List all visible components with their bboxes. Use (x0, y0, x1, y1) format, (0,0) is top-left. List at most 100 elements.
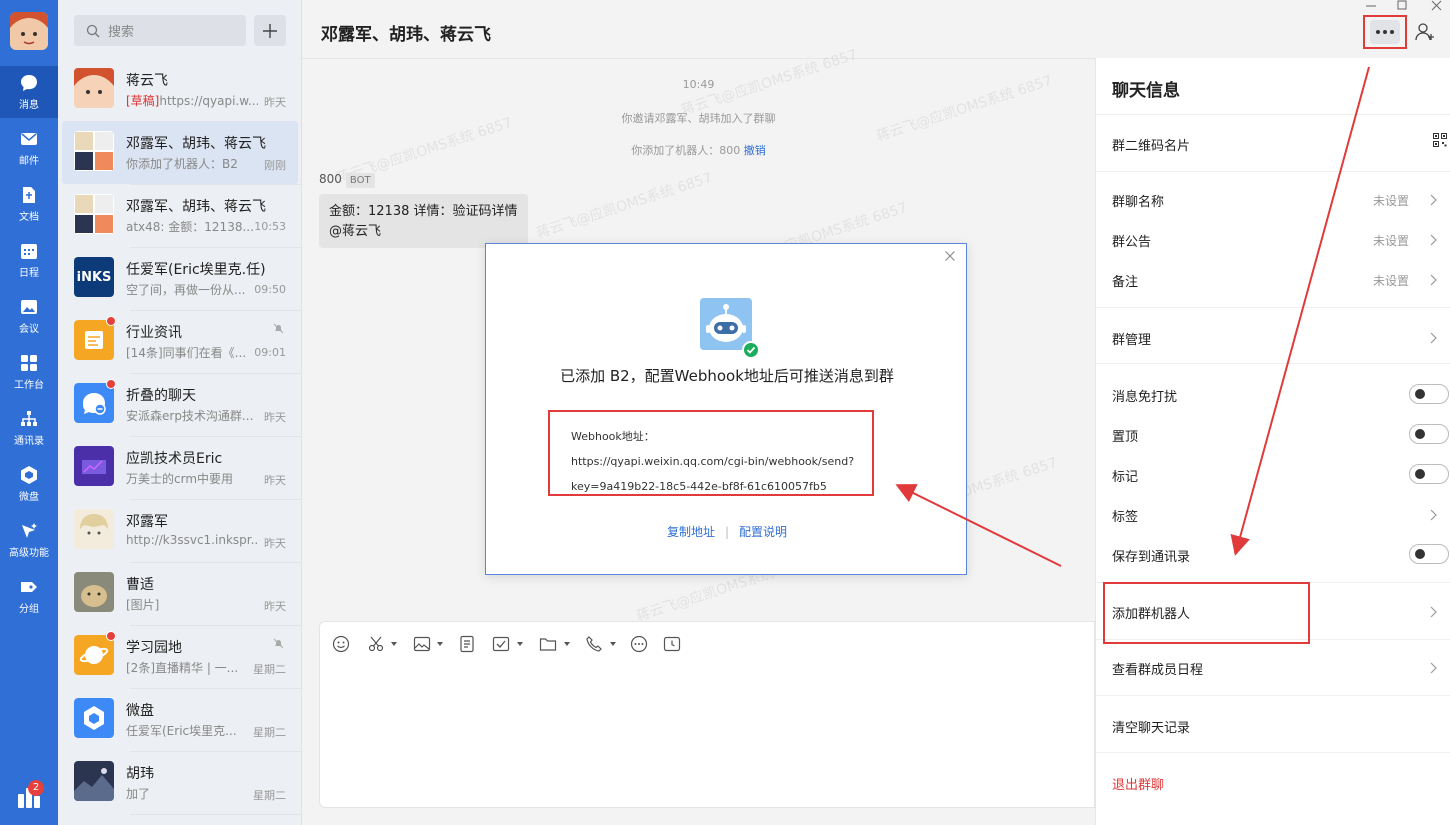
doc-icon[interactable] (458, 634, 478, 654)
chevron-down-icon[interactable] (391, 642, 397, 646)
image-icon[interactable] (413, 634, 433, 654)
toggle-knob (1415, 429, 1425, 439)
message-timestamp: 10:49 (682, 78, 715, 91)
pin-toggle[interactable] (1409, 424, 1449, 444)
nav-mail[interactable]: 邮件 (0, 122, 58, 174)
chevron-down-icon[interactable] (437, 642, 443, 646)
member-schedule-row[interactable]: 查看群成员日程 (1112, 659, 1437, 683)
copy-address-link[interactable]: 复制地址 (667, 525, 715, 539)
nav-label: 邮件 (19, 156, 39, 167)
conversation-item[interactable]: 行业资讯 [14条]同事们在看《... 09:01 (62, 310, 298, 373)
search-input[interactable]: 搜索 (74, 15, 246, 46)
conversation-time: 昨天 (264, 96, 286, 109)
conversation-time: 昨天 (264, 537, 286, 550)
conversation-time: 星期二 (253, 663, 286, 676)
group-manage-row[interactable]: 群管理 (1112, 329, 1437, 353)
avatar (74, 68, 114, 108)
conversation-item-selected[interactable]: 邓露军、胡玮、蒋云飞 你添加了机器人：B2 刚刚 (62, 121, 298, 184)
clear-history-row[interactable]: 清空聊天记录 (1112, 717, 1437, 741)
conversation-item[interactable]: 曹适 [图片] 昨天 (62, 562, 298, 625)
group-notice-row[interactable]: 群公告 未设置 (1112, 231, 1437, 255)
tags-row[interactable]: 标签 (1112, 506, 1437, 530)
message-bubble[interactable]: 金额：12138 详情：验证码详情 @蒋云飞 (319, 194, 528, 248)
mail-icon (21, 133, 37, 145)
maximize-icon[interactable] (1395, 0, 1409, 12)
config-help-link[interactable]: 配置说明 (739, 525, 787, 539)
exit-group-row[interactable]: 退出群聊 (1112, 774, 1437, 798)
bot-tag: BOT (345, 173, 375, 188)
phone-icon[interactable] (585, 634, 605, 654)
message-mention: @蒋云飞 (329, 224, 382, 239)
conversation-name: 应凯技术员Eric (126, 451, 223, 467)
nav-docs[interactable]: 文档 (0, 178, 58, 230)
unread-dot (106, 379, 116, 389)
conversation-item[interactable]: 胡玮 加了 星期二 (62, 751, 298, 814)
unread-dot (106, 631, 116, 641)
nav-advanced[interactable]: 高级功能 (0, 514, 58, 566)
more-tools-icon[interactable] (630, 634, 650, 654)
nav-workbench[interactable]: 工作台 (0, 346, 58, 398)
close-icon[interactable] (1430, 0, 1444, 12)
nav-contacts[interactable]: 通讯录 (0, 402, 58, 454)
contacts-icon (21, 411, 37, 426)
chat-bubble-icon (21, 75, 37, 91)
separator: | (724, 525, 730, 539)
preview-text: https://qyapi.w... (159, 94, 258, 108)
add-member-icon[interactable] (1414, 21, 1436, 43)
save-contacts-toggle[interactable] (1409, 544, 1449, 564)
grid-icon (21, 355, 37, 371)
conversation-item[interactable]: 学习园地 [2条]直播精华 | 一... 星期二 (62, 625, 298, 688)
dnd-toggle[interactable] (1409, 384, 1449, 404)
nav-label: 日程 (19, 268, 39, 279)
group-name-row[interactable]: 群聊名称 未设置 (1112, 191, 1437, 215)
nav-groups[interactable]: 分组 (0, 570, 58, 622)
meeting-icon (21, 300, 37, 314)
conversation-time: 昨天 (264, 474, 286, 487)
emoji-icon[interactable] (332, 634, 352, 654)
undo-link[interactable]: 撤销 (744, 144, 766, 157)
conversation-item[interactable]: 微盘 任爱军(Eric埃里克... 星期二 (62, 688, 298, 751)
nav-label: 微盘 (19, 492, 39, 503)
preview-text: 你添加了机器人：B2 (126, 157, 238, 171)
nav-meeting[interactable]: 会议 (0, 290, 58, 342)
divider (1096, 171, 1450, 172)
avatar (74, 509, 114, 549)
nav-label: 会议 (19, 324, 39, 335)
chevron-down-icon[interactable] (564, 642, 570, 646)
message-composer[interactable] (319, 621, 1095, 808)
system-message-text: 你添加了机器人：800 (631, 144, 741, 157)
my-avatar[interactable] (10, 12, 48, 50)
todo-icon[interactable] (492, 634, 512, 654)
group-qr-row[interactable]: 群二维码名片 (1112, 133, 1447, 159)
dialog-message: 已添加 B2，配置Webhook地址后可推送消息到群 (560, 367, 894, 385)
nav-messages[interactable]: 消息 (0, 66, 58, 118)
nav-label: 分组 (19, 604, 39, 615)
conversation-name: 曹适 (126, 577, 154, 593)
conversation-item[interactable]: 应凯技术员Eric 万美士的crm中要用 昨天 (62, 436, 298, 499)
history-icon[interactable] (663, 634, 683, 654)
minimize-icon[interactable] (1364, 0, 1378, 12)
remark-row[interactable]: 备注 未设置 (1112, 271, 1437, 295)
conversation-item[interactable]: 蒋云飞 [草稿]https://qyapi.w... 昨天 (62, 58, 298, 121)
conversation-name: 微盘 (126, 703, 154, 719)
header-divider (302, 58, 1095, 59)
conversation-list: 搜索 蒋云飞 [草稿]https://qyapi.w... 昨天 邓露军、胡玮、… (58, 0, 342, 825)
nav-drive[interactable]: 微盘 (0, 458, 58, 510)
avatar: iNKS (74, 257, 114, 297)
close-icon[interactable] (944, 250, 956, 262)
conversation-item[interactable]: iNKS 任爱军(Eric埃里克.任) 空了间，再做一份从... 09:50 (62, 247, 298, 310)
conversation-item[interactable]: 邓露军 http://k3ssvc1.inkspr... 昨天 (62, 499, 298, 562)
folder-icon[interactable] (539, 634, 559, 654)
chevron-down-icon[interactable] (517, 642, 523, 646)
mark-toggle[interactable] (1409, 464, 1449, 484)
conversation-item[interactable]: 邓露军、胡玮、蒋云飞 atx48: 金额：12138... 10:53 (62, 184, 298, 247)
chevron-right-icon (1430, 234, 1437, 246)
preview-text: 空了间，再做一份从... (126, 283, 246, 297)
conversation-item[interactable]: 折叠的聊天 安派森erp技术沟通群... 昨天 (62, 373, 298, 436)
nav-calendar[interactable]: 日程 (0, 234, 58, 286)
row-label: 查看群成员日程 (1112, 663, 1204, 678)
chevron-right-icon (1430, 274, 1437, 286)
new-chat-button[interactable] (254, 15, 286, 46)
screenshot-icon[interactable] (367, 634, 387, 654)
chevron-down-icon[interactable] (610, 642, 616, 646)
